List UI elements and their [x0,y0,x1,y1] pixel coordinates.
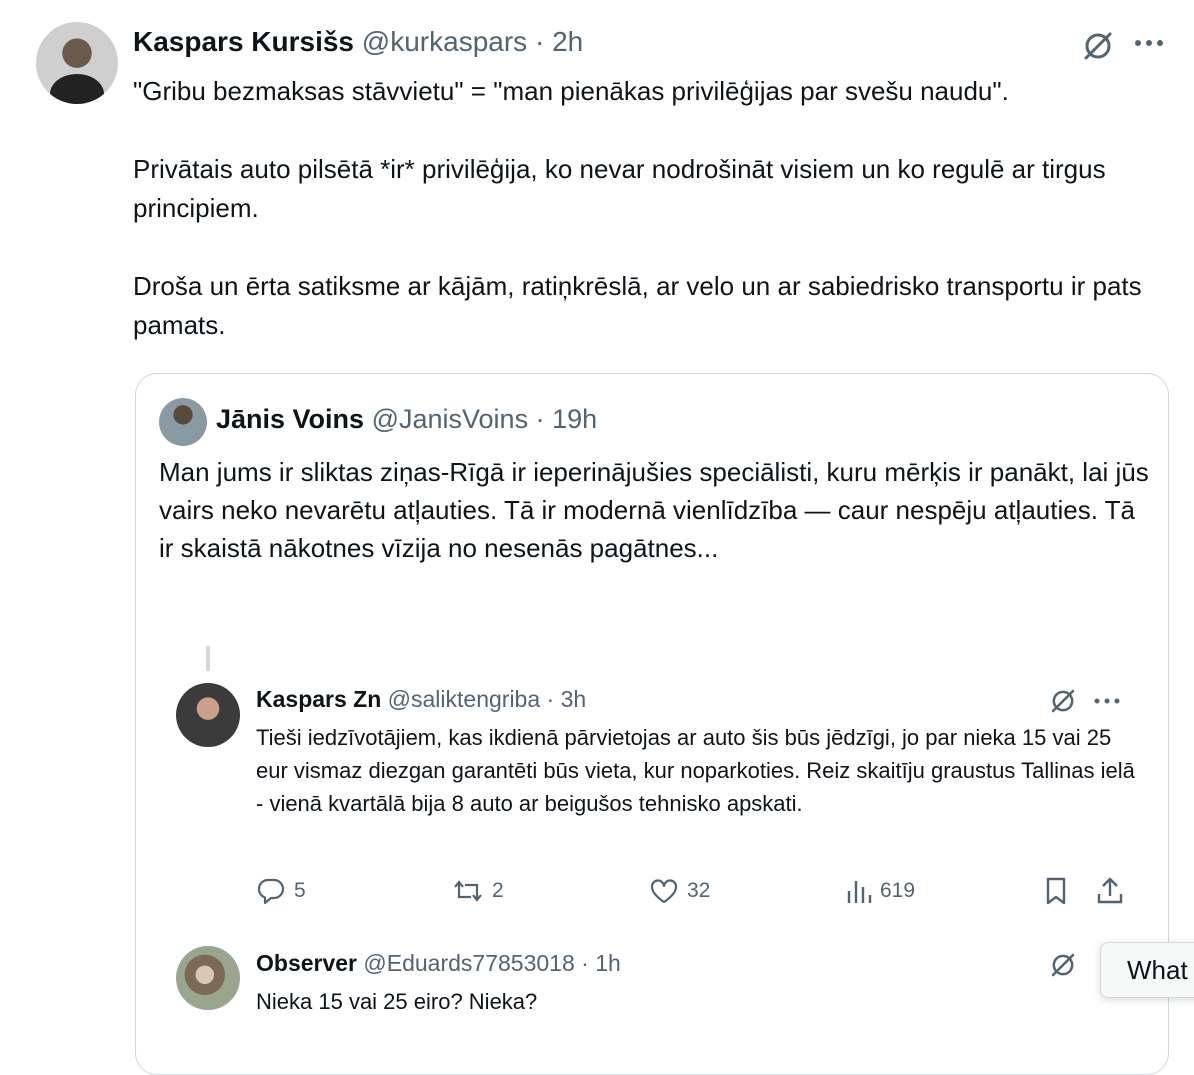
tweet-time: 1h [595,950,621,976]
quoted-tweet-text: Man jums ir sliktas ziņas-Rīgā ir ieperi… [159,457,1149,563]
grok-slash-icon [1048,686,1078,716]
repost-icon [452,877,484,905]
tweet-header: Kaspars Kursišs @kurkaspars · 2h [133,26,583,58]
avatar [176,683,240,747]
author-name[interactable]: Jānis Voins [216,404,364,434]
author-name: Observer [256,950,358,976]
repost-count: 2 [492,879,504,902]
separator-dot: · [581,950,589,976]
views-count: 619 [880,879,916,902]
tweet-time[interactable]: 2h [552,26,583,57]
tweet-paragraph: Privātais auto pilsētā *ir* privilēģija,… [133,154,1106,223]
separator-dot: · [535,404,545,434]
like-count: 32 [687,879,711,902]
grok-slash-icon[interactable] [1080,28,1116,64]
views-bar-icon [846,877,872,905]
reply-header: Kaspars Zn @saliktengriba · 3h [256,686,586,713]
tooltip: What [1100,942,1194,998]
author-name: Kaspars Zn [256,686,382,712]
heart-icon [649,877,679,905]
tweet-time[interactable]: 19h [552,404,597,434]
tweet-paragraph: Droša un ērta satiksme ar kājām, ratiņkr… [133,271,1142,340]
separator-dot: · [534,26,545,57]
more-dots-icon [1094,697,1120,705]
like-action: 32 [649,874,710,908]
quoted-tweet-header: Jānis Voins @JanisVoins · 19h [216,404,597,435]
avatar [176,946,240,1010]
author-handle[interactable]: @kurkaspars [362,26,527,57]
tweet-paragraph: "Gribu bezmaksas stāvvietu" = "man pienā… [133,76,1009,106]
more-dots-icon[interactable] [1134,38,1164,48]
grok-slash-icon [1048,950,1078,980]
reply-bubble-icon [256,877,286,905]
avatar[interactable] [36,22,118,104]
tweet-text: "Gribu bezmaksas stāvvietu" = "man pienā… [133,72,1173,384]
bookmark-action [1044,874,1068,908]
reply-text: Nieka 15 vai 25 eiro? Nieka? [256,989,538,1014]
reply-count: 5 [294,879,306,902]
bookmark-icon [1044,876,1068,906]
author-handle: @Eduards77853018 [363,950,575,976]
avatar[interactable] [159,398,207,446]
action-bar: 5 2 32 619 [256,874,1126,908]
tweet-time: 3h [560,686,587,712]
author-name[interactable]: Kaspars Kursišs [133,26,354,57]
reply-text: Tieši iedzīvotājiem, kas ikdienā pārviet… [256,725,1135,816]
repost-action: 2 [452,874,504,908]
reply-header: Observer @Eduards77853018 · 1h [256,950,621,977]
author-handle[interactable]: @JanisVoins [372,404,529,434]
views-action: 619 [846,874,915,908]
reply-action: 5 [256,874,306,908]
share-action [1096,874,1124,908]
author-handle: @saliktengriba [387,686,541,712]
separator-dot: · [546,686,555,712]
thread-line [206,646,210,671]
share-icon [1096,876,1124,906]
